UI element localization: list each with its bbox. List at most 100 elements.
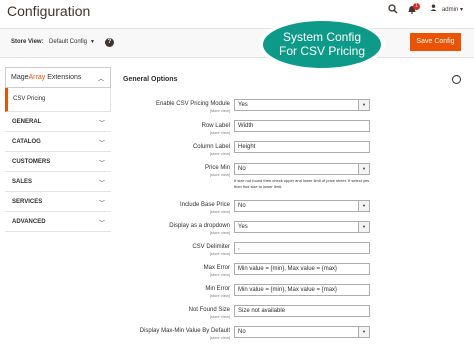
field-label-not-found-size: Not Found Size [store view] bbox=[110, 307, 230, 319]
sidebar-item-advanced[interactable]: ADVANCED ﹀ bbox=[5, 212, 111, 232]
sidebar-item-label: SALES bbox=[12, 179, 33, 185]
promo-callout: System Config For CSV Pricing bbox=[259, 18, 385, 71]
save-config-button[interactable]: Save Config bbox=[410, 33, 461, 51]
store-switcher-bar: Store View: Default Config ▼ ? Save Confi… bbox=[0, 28, 474, 58]
field-scope: [store view] bbox=[209, 272, 230, 277]
display-dropdown-select[interactable]: Yes ▼ bbox=[234, 221, 370, 233]
config-sidebar: MageArray Extensions ︿ CSV Pricing GENER… bbox=[5, 67, 111, 232]
field-scope: [store view] bbox=[209, 230, 230, 235]
user-icon bbox=[430, 4, 439, 13]
field-label-text: Not Found Size bbox=[188, 307, 230, 313]
chevron-down-icon: ﹀ bbox=[98, 161, 105, 167]
min-error-input[interactable]: Min value = {min}, Max value = {max} bbox=[234, 284, 370, 296]
not-found-size-input[interactable]: Size not available bbox=[234, 305, 370, 317]
column-label-input[interactable]: Height bbox=[234, 141, 370, 153]
select-value: Yes bbox=[238, 102, 248, 108]
chevron-down-icon: ﹀ bbox=[98, 141, 105, 147]
enable-module-select[interactable]: Yes ▼ bbox=[234, 99, 370, 111]
field-scope: [store view] bbox=[209, 172, 230, 177]
select-value: No bbox=[238, 203, 246, 209]
field-label-text: Display Max-Min Value By Default bbox=[139, 328, 230, 334]
field-scope: [store view] bbox=[209, 293, 230, 298]
field-scope: [store view] bbox=[209, 314, 230, 319]
field-scope: [store view] bbox=[209, 209, 230, 214]
sidebar-item-label: CUSTOMERS bbox=[12, 159, 51, 165]
field-label-text: Column Label bbox=[192, 144, 230, 150]
help-icon[interactable]: ? bbox=[105, 38, 114, 47]
sidebar-item-customers[interactable]: CUSTOMERS ﹀ bbox=[5, 152, 111, 172]
brand-mage: Mage bbox=[11, 74, 29, 81]
chevron-down-icon: ﹀ bbox=[98, 121, 105, 127]
chevron-down-icon: ▼ bbox=[90, 39, 95, 45]
collapse-icon[interactable]: ⌃ bbox=[452, 75, 461, 84]
sidebar-group-magearray[interactable]: MageArray Extensions ︿ bbox=[5, 67, 111, 88]
field-scope: [store view] bbox=[209, 335, 230, 340]
chevron-down-icon: ﹀ bbox=[98, 221, 105, 227]
field-label-display-max-min: Display Max-Min Value By Default [store … bbox=[110, 328, 230, 340]
sidebar-item-label: ADVANCED bbox=[12, 219, 46, 225]
sidebar-item-catalog[interactable]: CATALOG ﹀ bbox=[5, 132, 111, 152]
chevron-down-icon: ▼ bbox=[358, 201, 369, 211]
field-label-text: CSV Delimiter bbox=[192, 244, 230, 250]
store-view-value: Default Config bbox=[49, 39, 88, 45]
row-label-input[interactable]: Width bbox=[234, 120, 370, 132]
field-label-row-label: Row Label [store view] bbox=[110, 123, 230, 135]
display-max-min-select[interactable]: No ▼ bbox=[234, 326, 370, 338]
sidebar-item-label: SERVICES bbox=[12, 199, 43, 205]
field-label-price-min: Price Min [store view] bbox=[110, 165, 230, 177]
user-menu[interactable]: admin ▾ bbox=[430, 4, 463, 13]
chevron-down-icon: ﹀ bbox=[98, 181, 105, 187]
chevron-down-icon: ▼ bbox=[358, 100, 369, 110]
section-title[interactable]: General Options bbox=[123, 76, 177, 83]
chevron-up-icon: ︿ bbox=[97, 77, 104, 83]
sidebar-item-label: GENERAL bbox=[12, 119, 42, 125]
chevron-down-icon: ▼ bbox=[358, 222, 369, 232]
field-label-text: Price Min bbox=[204, 165, 230, 171]
sidebar-item-csv-pricing[interactable]: CSV Pricing bbox=[5, 88, 111, 112]
search-icon[interactable] bbox=[388, 4, 398, 17]
sidebar-item-services[interactable]: SERVICES ﹀ bbox=[5, 192, 111, 212]
field-label-text: Max Error bbox=[203, 265, 230, 271]
chevron-down-icon: ﹀ bbox=[98, 201, 105, 207]
price-min-select[interactable]: No ▼ bbox=[234, 163, 370, 175]
field-label-text: Row Label bbox=[201, 123, 230, 129]
select-value: Yes bbox=[238, 224, 248, 230]
field-label-enable-module: Enable CSV Pricing Module [store view] bbox=[110, 101, 230, 113]
csv-delimiter-input[interactable]: , bbox=[234, 242, 370, 254]
sidebar-item-label: CATALOG bbox=[12, 139, 41, 145]
field-label-column-label: Column Label [store view] bbox=[110, 144, 230, 156]
page-title: Configuration bbox=[7, 3, 91, 19]
field-label-text: Enable CSV Pricing Module bbox=[155, 101, 230, 107]
user-name: admin bbox=[441, 7, 459, 13]
field-label-include-base-price: Include Base Price [store view] bbox=[110, 202, 230, 214]
chevron-down-icon: ▼ bbox=[358, 327, 369, 337]
include-base-price-select[interactable]: No ▼ bbox=[234, 200, 370, 212]
max-error-input[interactable]: Min value = {min}, Max value = {max} bbox=[234, 263, 370, 275]
store-view-dropdown[interactable]: Default Config ▼ bbox=[49, 39, 95, 45]
field-label-min-error: Min Error [store view] bbox=[110, 286, 230, 298]
brand-suffix: Extensions bbox=[45, 74, 82, 81]
field-label-display-dropdown: Display as a dropdown [store view] bbox=[110, 223, 230, 235]
brand-array: Array bbox=[28, 74, 46, 81]
store-view-label: Store View: bbox=[11, 39, 44, 45]
select-value: No bbox=[238, 166, 246, 172]
field-label-csv-delimiter: CSV Delimiter [store view] bbox=[110, 244, 230, 256]
sidebar-item-general[interactable]: GENERAL ﹀ bbox=[5, 112, 111, 132]
chevron-down-icon: ▾ bbox=[459, 7, 463, 13]
callout-line-2: For CSV Pricing bbox=[278, 44, 366, 58]
notification-badge: 1 bbox=[413, 3, 420, 10]
field-label-text: Include Base Price bbox=[179, 202, 230, 208]
field-scope: [store view] bbox=[209, 151, 230, 156]
price-min-note: If size not found then check upper and l… bbox=[234, 178, 370, 189]
field-label-text: Min Error bbox=[205, 286, 230, 292]
field-scope: [store view] bbox=[209, 251, 230, 256]
field-label-max-error: Max Error [store view] bbox=[110, 265, 230, 277]
sidebar-item-sales[interactable]: SALES ﹀ bbox=[5, 172, 111, 192]
callout-line-1: System Config bbox=[282, 30, 362, 44]
field-scope: [store view] bbox=[209, 130, 230, 135]
field-scope: [store view] bbox=[209, 108, 230, 113]
field-label-text: Display as a dropdown bbox=[169, 223, 230, 229]
promo-callout-inner: System Config For CSV Pricing bbox=[263, 21, 381, 68]
chevron-down-icon: ▼ bbox=[358, 164, 369, 174]
page-header: Configuration 1 admin ▾ bbox=[0, 0, 474, 26]
